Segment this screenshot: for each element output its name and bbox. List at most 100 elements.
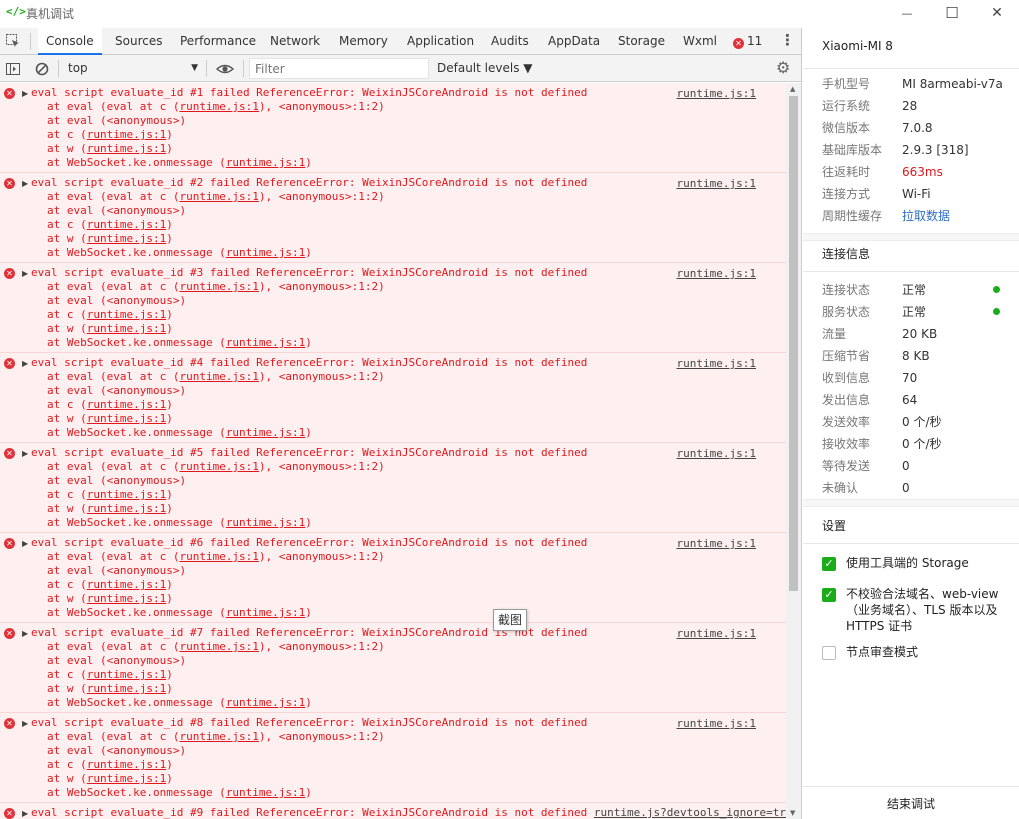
expand-arrow-icon[interactable]: ▶ — [22, 539, 28, 548]
tab-network[interactable]: Network — [262, 28, 328, 55]
tab-appdata[interactable]: AppData — [540, 28, 608, 55]
connection-info-row: 未确认 0 — [822, 480, 910, 496]
stack-text: at c ( — [47, 218, 87, 231]
end-debug-button[interactable]: 结束调试 — [803, 786, 1019, 819]
expand-arrow-icon[interactable]: ▶ — [22, 629, 28, 638]
expand-arrow-icon[interactable]: ▶ — [22, 89, 28, 98]
stack-source-link[interactable]: runtime.js:1 — [226, 426, 305, 439]
clear-console-icon[interactable] — [34, 61, 50, 77]
stack-frame: at eval (<anonymous>) — [0, 114, 786, 128]
stack-frame: at eval (<anonymous>) — [0, 384, 786, 398]
stack-source-link[interactable]: runtime.js:1 — [87, 592, 166, 605]
show-sidebar-icon[interactable] — [5, 61, 21, 77]
source-link[interactable]: runtime.js:1 — [677, 447, 756, 460]
stack-source-link[interactable]: runtime.js:1 — [179, 730, 258, 743]
scroll-up-icon[interactable]: ▲ — [790, 85, 795, 93]
stack-source-link[interactable]: runtime.js:1 — [226, 156, 305, 169]
setting-label[interactable]: 使用工具端的 Storage — [846, 555, 1008, 571]
stack-text: ) — [166, 668, 173, 681]
info-label: 发出信息 — [822, 393, 871, 407]
tab-wxml[interactable]: Wxml — [675, 28, 725, 55]
scroll-thumb[interactable] — [789, 96, 798, 591]
error-count-badge[interactable]: ✕ 11 — [733, 28, 762, 55]
expand-arrow-icon[interactable]: ▶ — [22, 179, 28, 188]
setting-checkbox[interactable]: ✓ — [822, 557, 836, 571]
scroll-down-icon[interactable]: ▼ — [790, 809, 795, 817]
stack-source-link[interactable]: runtime.js:1 — [87, 488, 166, 501]
more-options-icon[interactable]: ⋮ — [780, 33, 795, 49]
tab-console[interactable]: Console — [38, 28, 102, 55]
expand-arrow-icon[interactable]: ▶ — [22, 719, 28, 728]
source-link[interactable]: runtime.js?devtools_ignore=true:1 — [594, 806, 786, 819]
pull-data-link[interactable]: 拉取数据 — [902, 209, 950, 223]
stack-text: ) — [166, 142, 173, 155]
stack-source-link[interactable]: runtime.js:1 — [179, 550, 258, 563]
stack-source-link[interactable]: runtime.js:1 — [179, 190, 258, 203]
connection-info-row: 等待发送 0 — [822, 458, 910, 474]
console-filter-input[interactable] — [249, 58, 429, 79]
expand-arrow-icon[interactable]: ▶ — [22, 269, 28, 278]
stack-frame: at w (runtime.js:1) — [0, 322, 786, 336]
tab-storage[interactable]: Storage — [610, 28, 673, 55]
stack-source-link[interactable]: runtime.js:1 — [226, 516, 305, 529]
stack-source-link[interactable]: runtime.js:1 — [87, 232, 166, 245]
log-levels-dropdown[interactable]: Default levels ▼ — [437, 58, 533, 78]
tab-application[interactable]: Application — [399, 28, 482, 55]
expand-arrow-icon[interactable]: ▶ — [22, 449, 28, 458]
tab-sources[interactable]: Sources — [107, 28, 170, 55]
maximize-button[interactable]: ☐ — [929, 0, 975, 26]
setting-label[interactable]: 不校验合法域名、web-view（业务域名）、TLS 版本以及 HTTPS 证书 — [846, 586, 1008, 634]
stack-text: at w ( — [47, 142, 87, 155]
stack-source-link[interactable]: runtime.js:1 — [226, 696, 305, 709]
context-select[interactable]: top ▼ — [62, 58, 202, 78]
stack-source-link[interactable]: runtime.js:1 — [226, 246, 305, 259]
stack-source-link[interactable]: runtime.js:1 — [87, 578, 166, 591]
inspect-element-icon[interactable] — [5, 33, 21, 49]
source-link[interactable]: runtime.js:1 — [677, 87, 756, 100]
live-expression-eye-icon[interactable] — [216, 61, 234, 77]
stack-source-link[interactable]: runtime.js:1 — [226, 786, 305, 799]
console-scrollbar[interactable]: ▲ ▼ — [786, 83, 801, 819]
stack-source-link[interactable]: runtime.js:1 — [179, 100, 258, 113]
stack-source-link[interactable]: runtime.js:1 — [179, 370, 258, 383]
stack-source-link[interactable]: runtime.js:1 — [87, 142, 166, 155]
stack-source-link[interactable]: runtime.js:1 — [179, 640, 258, 653]
setting-label[interactable]: 节点审查模式 — [846, 644, 1008, 660]
console-settings-gear-icon[interactable]: ⚙ — [776, 60, 790, 76]
source-link[interactable]: runtime.js:1 — [677, 267, 756, 280]
tab-memory[interactable]: Memory — [331, 28, 396, 55]
tab-performance[interactable]: Performance — [172, 28, 264, 55]
expand-arrow-icon[interactable]: ▶ — [22, 359, 28, 368]
source-link[interactable]: runtime.js:1 — [677, 717, 756, 730]
close-button[interactable]: ✕ — [974, 0, 1019, 26]
setting-checkbox[interactable] — [822, 646, 836, 660]
device-info-row: 基础库版本 2.9.3 [318] — [822, 142, 969, 158]
source-link[interactable]: runtime.js:1 — [677, 177, 756, 190]
stack-source-link[interactable]: runtime.js:1 — [226, 336, 305, 349]
info-value: 28 — [902, 99, 918, 113]
stack-source-link[interactable]: runtime.js:1 — [87, 398, 166, 411]
stack-source-link[interactable]: runtime.js:1 — [226, 606, 305, 619]
stack-source-link[interactable]: runtime.js:1 — [179, 280, 258, 293]
stack-source-link[interactable]: runtime.js:1 — [87, 682, 166, 695]
stack-frame: at w (runtime.js:1) — [0, 232, 786, 246]
expand-arrow-icon[interactable]: ▶ — [22, 809, 28, 818]
stack-text: ) — [166, 218, 173, 231]
stack-source-link[interactable]: runtime.js:1 — [87, 128, 166, 141]
stack-source-link[interactable]: runtime.js:1 — [179, 460, 258, 473]
stack-source-link[interactable]: runtime.js:1 — [87, 218, 166, 231]
device-info-row: 往返耗时 663ms — [822, 164, 943, 180]
setting-checkbox[interactable]: ✓ — [822, 588, 836, 602]
stack-source-link[interactable]: runtime.js:1 — [87, 758, 166, 771]
minimize-button[interactable]: — — [884, 0, 930, 26]
tab-audits[interactable]: Audits — [483, 28, 537, 55]
stack-source-link[interactable]: runtime.js:1 — [87, 412, 166, 425]
source-link[interactable]: runtime.js:1 — [677, 357, 756, 370]
stack-source-link[interactable]: runtime.js:1 — [87, 668, 166, 681]
stack-source-link[interactable]: runtime.js:1 — [87, 322, 166, 335]
source-link[interactable]: runtime.js:1 — [677, 627, 756, 640]
stack-source-link[interactable]: runtime.js:1 — [87, 772, 166, 785]
stack-source-link[interactable]: runtime.js:1 — [87, 308, 166, 321]
source-link[interactable]: runtime.js:1 — [677, 537, 756, 550]
stack-source-link[interactable]: runtime.js:1 — [87, 502, 166, 515]
